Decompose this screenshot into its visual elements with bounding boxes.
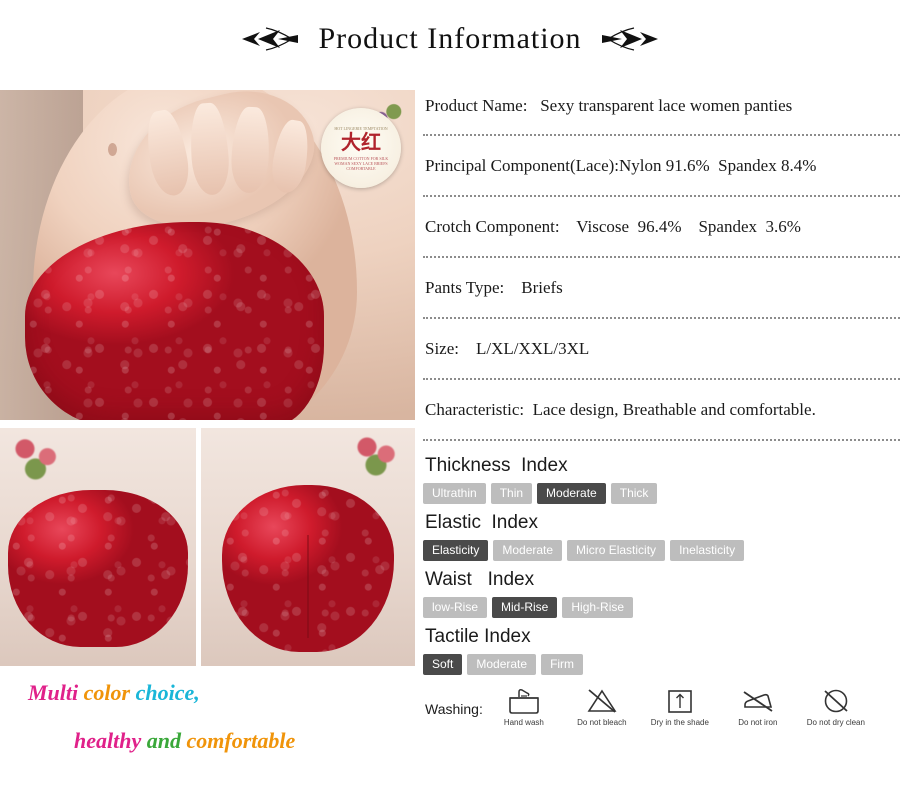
chip-moderate[interactable]: Moderate xyxy=(493,540,563,561)
color-stamp-badge: HOT LINGERIE TEMPTATION 大红 PREMIUM COTTO… xyxy=(321,108,401,188)
do-not-iron-icon xyxy=(743,691,773,712)
washing-instructions: Washing: Hand wash Do not bleach Dry in … xyxy=(423,687,900,727)
stamp-top-text: HOT LINGERIE TEMPTATION xyxy=(334,125,388,131)
thickness-index-title: Thickness Index xyxy=(425,455,568,476)
slogan-word: color xyxy=(83,680,136,705)
spec-row-product-name: Product Name: Sexy transparent lace wome… xyxy=(423,78,900,136)
washing-caption: Hand wash xyxy=(503,718,544,727)
lace-pattern xyxy=(24,222,324,420)
chip-ultrathin[interactable]: Ultrathin xyxy=(423,483,486,504)
stamp-bottom-text: PREMIUM COTTON FOR SILK WOMAN SEXY LACE … xyxy=(333,155,389,171)
index-section: Thickness Index Ultrathin Thin Moderate … xyxy=(423,441,900,675)
slogan-word: comfortable xyxy=(186,728,296,753)
product-gallery: HOT LINGERIE TEMPTATION 大红 PREMIUM COTTO… xyxy=(0,78,415,800)
waist-index-title: Waist Index xyxy=(425,569,535,590)
washing-caption: Dry in the shade xyxy=(650,718,709,727)
washing-caption: Do not bleach xyxy=(577,718,627,727)
spec-row-principal-component: Principal Component(Lace):Nylon 91.6% Sp… xyxy=(423,136,900,197)
washing-item-hand-wash: Hand wash xyxy=(493,687,555,727)
chip-micro-elasticity[interactable]: Micro Elasticity xyxy=(567,540,666,561)
page-title: Product Information xyxy=(318,22,582,55)
chip-high-rise[interactable]: High-Rise xyxy=(562,597,634,618)
chip-moderate[interactable]: Moderate xyxy=(467,654,537,675)
chip-moderate[interactable]: Moderate xyxy=(537,483,606,504)
thickness-index-options: Ultrathin Thin Moderate Thick xyxy=(423,483,900,504)
spec-row-size: Size: L/XL/XXL/3XL xyxy=(423,319,900,380)
spec-row-pants-type: Pants Type: Briefs xyxy=(423,258,900,319)
decorative-flower-icon xyxy=(349,432,409,482)
chip-inelasticity[interactable]: Inelasticity xyxy=(670,540,745,561)
product-item-red-panties xyxy=(7,489,189,647)
slogan-line-2: healthy and comfortable xyxy=(74,728,295,754)
washing-caption: Do not iron xyxy=(738,718,778,727)
product-photo-front[interactable] xyxy=(0,428,196,666)
chip-elasticity[interactable]: Elasticity xyxy=(423,540,489,561)
hand-wash-icon xyxy=(509,689,539,714)
elastic-index-title: Elastic Index xyxy=(425,512,538,533)
ornament-arrow-left-icon xyxy=(242,27,299,51)
chip-low-rise[interactable]: low-Rise xyxy=(423,597,488,618)
slogan-word: Multi xyxy=(28,680,84,705)
slogan-word: healthy xyxy=(74,728,147,753)
chip-thick[interactable]: Thick xyxy=(610,483,658,504)
chip-firm[interactable]: Firm xyxy=(541,654,584,675)
elastic-index-options: Elasticity Moderate Micro Elasticity Ine… xyxy=(423,540,900,561)
product-photo-back[interactable] xyxy=(201,428,415,666)
slogan-word: choice, xyxy=(135,680,200,705)
tactile-index-title: Tactile Index xyxy=(425,626,531,647)
slogan-word: and xyxy=(146,728,187,753)
washing-label: Washing: xyxy=(425,701,483,717)
spec-row-crotch-component: Crotch Component: Viscose 96.4% Spandex … xyxy=(423,197,900,258)
washing-item-do-not-bleach: Do not bleach xyxy=(571,687,633,727)
washing-item-dry-in-shade: Dry in the shade xyxy=(649,687,711,727)
chip-soft[interactable]: Soft xyxy=(423,654,463,675)
do-not-bleach-icon xyxy=(587,689,617,713)
center-seam xyxy=(306,535,309,639)
product-item-red-panties xyxy=(24,222,324,420)
washing-item-do-not-dry-clean: Do not dry clean xyxy=(805,687,867,727)
product-specs: Product Name: Sexy transparent lace wome… xyxy=(415,78,900,800)
page-header: Product Information xyxy=(0,0,900,78)
stamp-chinese-text: 大红 xyxy=(341,131,381,154)
washing-item-do-not-iron: Do not iron xyxy=(727,687,789,727)
model-navel xyxy=(107,142,117,156)
lace-pattern xyxy=(7,489,189,647)
chip-thin[interactable]: Thin xyxy=(490,483,533,504)
washing-icon-list: Hand wash Do not bleach Dry in the shade… xyxy=(493,687,867,727)
waist-index-options: low-Rise Mid-Rise High-Rise xyxy=(423,597,900,618)
chip-mid-rise[interactable]: Mid-Rise xyxy=(492,597,558,618)
washing-caption: Do not dry clean xyxy=(806,718,865,727)
ornament-arrow-right-icon xyxy=(601,27,658,51)
decorative-flower-icon xyxy=(4,432,74,488)
product-item-red-panties xyxy=(222,485,394,652)
tactile-index-options: Soft Moderate Firm xyxy=(423,654,900,675)
spec-row-characteristic: Characteristic: Lace design, Breathable … xyxy=(423,380,900,441)
content-area: HOT LINGERIE TEMPTATION 大红 PREMIUM COTTO… xyxy=(0,78,900,800)
marketing-slogan: Multi color choice, healthy and comforta… xyxy=(0,674,415,800)
dry-in-shade-icon xyxy=(668,690,692,713)
slogan-line-1: Multi color choice, xyxy=(28,680,200,706)
product-photo-main[interactable]: HOT LINGERIE TEMPTATION 大红 PREMIUM COTTO… xyxy=(0,90,415,420)
do-not-dry-clean-icon xyxy=(824,689,848,713)
